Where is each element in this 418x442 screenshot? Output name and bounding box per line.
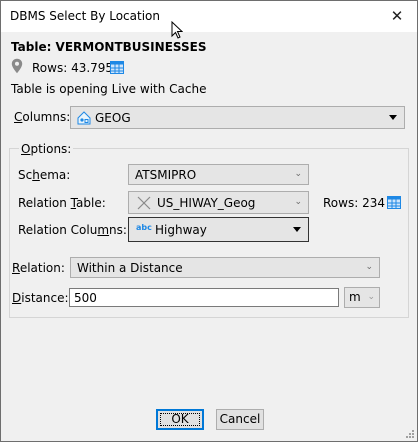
distance-unit-dropdown[interactable]: m ⌄ (344, 287, 380, 308)
relation-table-dropdown[interactable]: US_HIWAY_Geog ⌄ (128, 191, 309, 214)
geometry-column-icon (77, 111, 91, 125)
location-pin-icon (11, 58, 23, 74)
distance-label: Distance: (12, 291, 69, 305)
cancel-button[interactable]: Cancel (216, 409, 264, 430)
relation-columns-label: Relation Columns: (18, 223, 127, 237)
relation-table-row-count: Rows: 234 (323, 196, 385, 210)
relation-value: Within a Distance (77, 261, 183, 275)
table-name-label: Table: VERMONTBUSINESSES (11, 40, 207, 54)
table-row-count: Rows: 43.795 (32, 61, 114, 75)
relation-table-value: US_HIWAY_Geog (157, 196, 256, 210)
window-title: DBMS Select By Location (10, 9, 160, 23)
relation-table-browse-icon[interactable] (387, 196, 401, 209)
title-bar[interactable]: DBMS Select By Location ✕ (1, 1, 417, 32)
text-column-icon: abc (136, 223, 152, 232)
relation-columns-dropdown[interactable]: abc Highway (128, 217, 309, 242)
columns-dropdown[interactable]: GEOG (70, 106, 405, 129)
ok-button[interactable]: OK (156, 409, 204, 430)
distance-input[interactable]: 500 (69, 288, 339, 307)
chevron-down-icon[interactable]: ⌄ (367, 292, 375, 302)
schema-value: ATSMIPRO (135, 168, 197, 182)
table-status-text: Table is opening Live with Cache (11, 82, 207, 96)
focus-ring (160, 413, 200, 426)
table-icon (137, 196, 151, 210)
close-icon[interactable]: ✕ (386, 5, 408, 27)
options-legend: Options: (19, 142, 74, 156)
columns-label: Columns: (14, 110, 71, 124)
schema-dropdown[interactable]: ATSMIPRO ⌄ (128, 164, 309, 185)
relation-columns-value: Highway (155, 223, 207, 237)
chevron-down-icon[interactable]: ⌄ (294, 197, 302, 207)
mouse-cursor-icon (171, 21, 183, 39)
chevron-down-icon[interactable] (293, 227, 301, 232)
distance-unit-value: m (349, 290, 361, 304)
chevron-down-icon[interactable]: ⌄ (294, 169, 302, 179)
table-browse-icon[interactable] (110, 61, 124, 74)
chevron-down-icon[interactable]: ⌄ (365, 262, 373, 272)
resize-grip-icon[interactable] (405, 429, 415, 439)
relation-table-label: Relation Table: (18, 196, 106, 210)
relation-label: Relation: (12, 261, 65, 275)
schema-label: Schema: (18, 168, 71, 182)
chevron-down-icon[interactable] (389, 115, 397, 120)
columns-value: GEOG (95, 111, 131, 125)
relation-dropdown[interactable]: Within a Distance ⌄ (70, 257, 380, 278)
dialog-window: DBMS Select By Location ✕ Table: VERMONT… (0, 0, 418, 442)
